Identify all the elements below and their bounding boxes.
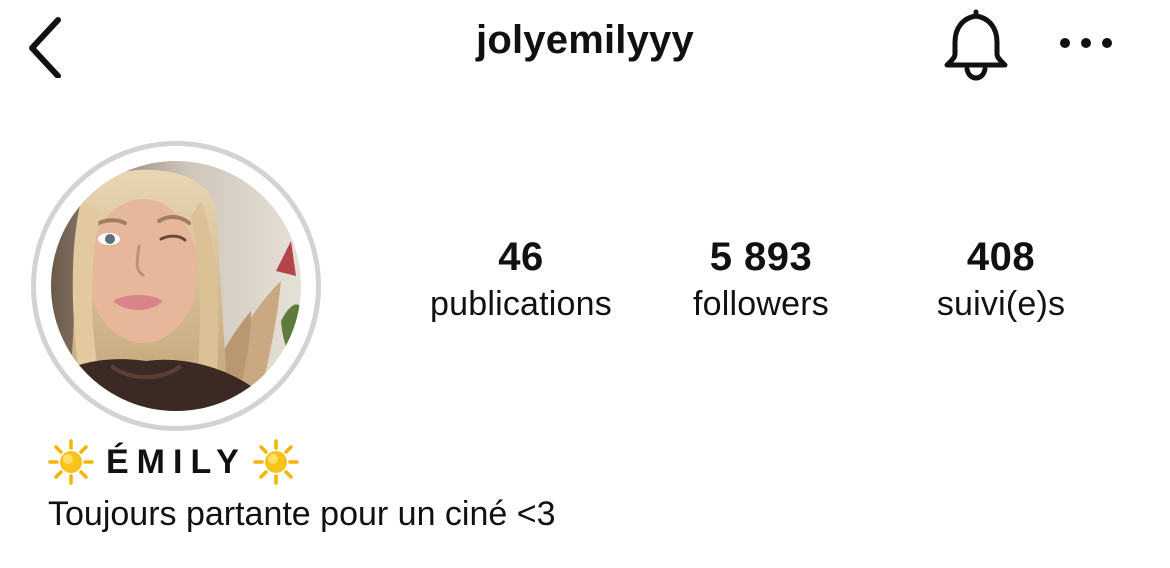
followers-count[interactable]: 5 893 followers [631, 232, 891, 326]
posts-count-label: publications [430, 285, 612, 323]
following-count[interactable]: 408 suivi(e)s [871, 232, 1131, 326]
sun-emoji-left [48, 439, 94, 485]
followers-count-label: followers [693, 285, 829, 323]
notifications-button[interactable] [936, 6, 1016, 82]
followers-count-value: 5 893 [709, 235, 813, 279]
posts-count[interactable]: 46 publications [391, 232, 651, 326]
sun-emoji-right [253, 439, 299, 485]
bell-icon [944, 9, 1008, 81]
more-horizontal-icon [1060, 38, 1112, 48]
posts-count-value: 46 [498, 235, 544, 279]
avatar[interactable] [51, 161, 301, 411]
bio-text: Toujours partante pour un ciné <3 [48, 495, 556, 533]
top-nav-bar: jolyemilyyy [0, 0, 1170, 90]
display-name: ÉMILY [106, 442, 247, 481]
profile-photo [51, 161, 301, 411]
following-count-label: suivi(e)s [936, 285, 1066, 323]
more-options-button[interactable] [1052, 20, 1122, 66]
following-count-value: 408 [966, 235, 1036, 279]
display-name-row: ÉMILY [48, 438, 299, 486]
